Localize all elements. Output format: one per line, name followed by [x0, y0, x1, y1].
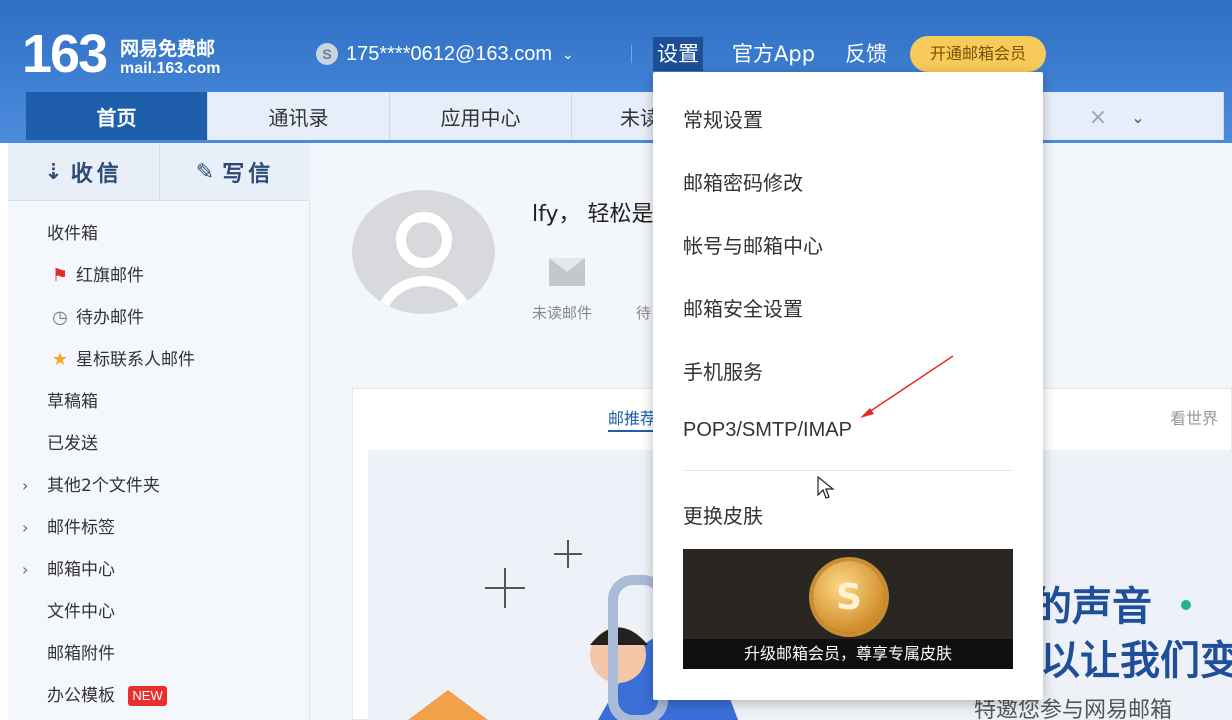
menu-change-skin[interactable]: 更换皮肤	[683, 500, 763, 529]
folder-todo[interactable]: ◷ 待办邮件	[8, 297, 310, 339]
skin-upgrade-caption: 升级邮箱会员，尊享专属皮肤	[683, 639, 1013, 669]
tab-contacts[interactable]: 通讯录	[208, 92, 390, 140]
tab-home[interactable]: 首页	[26, 92, 208, 140]
red-flag-icon: ⚑	[51, 265, 69, 286]
folder-label: 已发送	[47, 434, 98, 454]
menu-general-settings[interactable]: 常规设置	[683, 104, 763, 133]
logo-number[interactable]: 163	[22, 22, 108, 86]
folder-office-templates[interactable]: 办公模板 NEW	[8, 675, 310, 717]
account-email: 175****0612@163.com	[346, 42, 553, 65]
logo-url-text[interactable]: mail.163.com	[120, 60, 221, 78]
mouse-cursor-icon	[817, 475, 835, 499]
account-switcher[interactable]: S 175****0612@163.com ⌄	[316, 40, 574, 68]
compose-mail-button[interactable]: ✎ 写信	[159, 143, 310, 201]
official-app-link[interactable]: 官方App	[732, 37, 815, 71]
active-tab-indicator	[608, 430, 654, 432]
coin-icon: S	[316, 43, 338, 65]
folder-drafts[interactable]: 草稿箱	[8, 381, 310, 423]
vip-medal-icon: S	[813, 561, 885, 633]
compose-label: 写信	[222, 162, 275, 187]
avatar-head-shape	[396, 212, 452, 268]
folder-list: 收件箱 ⚑ 红旗邮件 ◷ 待办邮件 ★ 星标联系人邮件 草稿箱 已发送 › 其他…	[8, 213, 310, 717]
feedback-link[interactable]: 反馈	[845, 37, 887, 71]
edit-icon: ✎	[195, 159, 215, 185]
tab-world[interactable]: 看世界	[1170, 405, 1218, 429]
todo-mail-link[interactable]: 待	[636, 302, 651, 323]
settings-menu-button[interactable]: 设置	[653, 37, 703, 71]
folder-label: 红旗邮件	[76, 266, 144, 286]
skin-upgrade-card[interactable]: S 升级邮箱会员，尊享专属皮肤	[683, 549, 1013, 669]
folder-file-center[interactable]: 文件中心	[8, 591, 310, 633]
chevron-down-icon: ⌄	[562, 45, 574, 62]
folder-label: 邮箱中心	[47, 560, 115, 580]
chevron-down-icon[interactable]: ⌄	[1116, 96, 1160, 140]
menu-account-center[interactable]: 帐号与邮箱中心	[683, 230, 823, 259]
receive-mail-button[interactable]: ⇣ 收信	[8, 143, 159, 201]
folder-label: 文件中心	[47, 602, 115, 622]
menu-mobile-service[interactable]: 手机服务	[683, 356, 763, 385]
folder-label: 办公模板	[47, 686, 115, 706]
folder-label: 邮件标签	[47, 518, 115, 538]
folder-attachments[interactable]: 邮箱附件	[8, 633, 310, 675]
mail-actions: ⇣ 收信 ✎ 写信	[8, 143, 310, 201]
folder-tags[interactable]: › 邮件标签	[8, 507, 310, 549]
settings-dropdown: 常规设置 邮箱密码修改 帐号与邮箱中心 邮箱安全设置 手机服务 POP3/SMT…	[653, 72, 1043, 700]
star-icon: ★	[51, 349, 69, 370]
tab-recommend[interactable]: 邮推荐	[608, 405, 656, 429]
folder-label: 收件箱	[47, 224, 98, 244]
folder-sent[interactable]: 已发送	[8, 423, 310, 465]
divider	[631, 45, 632, 63]
folder-inbox[interactable]: 收件箱	[8, 213, 310, 255]
sidebar: ⇣ 收信 ✎ 写信 收件箱 ⚑ 红旗邮件 ◷ 待办邮件 ★ 星标联系人邮件 草稿…	[8, 143, 310, 720]
folder-label: 待办邮件	[76, 308, 144, 328]
main-tabs: 首页 通讯录 应用中心 未读	[26, 92, 1224, 142]
avatar[interactable]	[352, 190, 495, 314]
folder-flagged[interactable]: ⚑ 红旗邮件	[8, 255, 310, 297]
folder-label: 其他2个文件夹	[47, 476, 160, 496]
clock-icon: ◷	[52, 307, 68, 328]
menu-pop3-smtp-imap[interactable]: POP3/SMTP/IMAP	[683, 419, 852, 442]
chevron-right-icon[interactable]: ›	[22, 465, 28, 507]
avatar-body-shape	[374, 276, 474, 314]
close-icon[interactable]: ×	[1080, 100, 1116, 136]
unread-mail-link[interactable]: 未读邮件	[532, 302, 592, 323]
new-badge: NEW	[128, 686, 167, 706]
folder-other[interactable]: › 其他2个文件夹	[8, 465, 310, 507]
logo-brand-text[interactable]: 网易免费邮	[120, 34, 215, 61]
folder-starred-contacts[interactable]: ★ 星标联系人邮件	[8, 339, 310, 381]
decorative-dot	[1181, 600, 1191, 610]
inbox-download-icon: ⇣	[44, 159, 63, 185]
greeting-text: lfy， 轻松是	[532, 202, 654, 227]
folder-label: 草稿箱	[47, 392, 98, 412]
tab-app-center[interactable]: 应用中心	[390, 92, 572, 140]
menu-change-password[interactable]: 邮箱密码修改	[683, 167, 803, 196]
receive-label: 收信	[70, 162, 123, 187]
menu-divider	[683, 470, 1013, 471]
envelope-icon[interactable]	[549, 258, 585, 286]
banner-headline-2: 以让我们变	[1040, 638, 1232, 684]
folder-mail-center[interactable]: › 邮箱中心	[8, 549, 310, 591]
folder-label: 星标联系人邮件	[76, 350, 195, 370]
banner-headline-1: 的声音	[1032, 584, 1152, 630]
chevron-right-icon[interactable]: ›	[22, 507, 28, 549]
vip-membership-button[interactable]: 开通邮箱会员	[910, 36, 1046, 72]
folder-label: 邮箱附件	[47, 644, 115, 664]
chevron-right-icon[interactable]: ›	[22, 549, 28, 591]
menu-security-settings[interactable]: 邮箱安全设置	[683, 293, 803, 322]
